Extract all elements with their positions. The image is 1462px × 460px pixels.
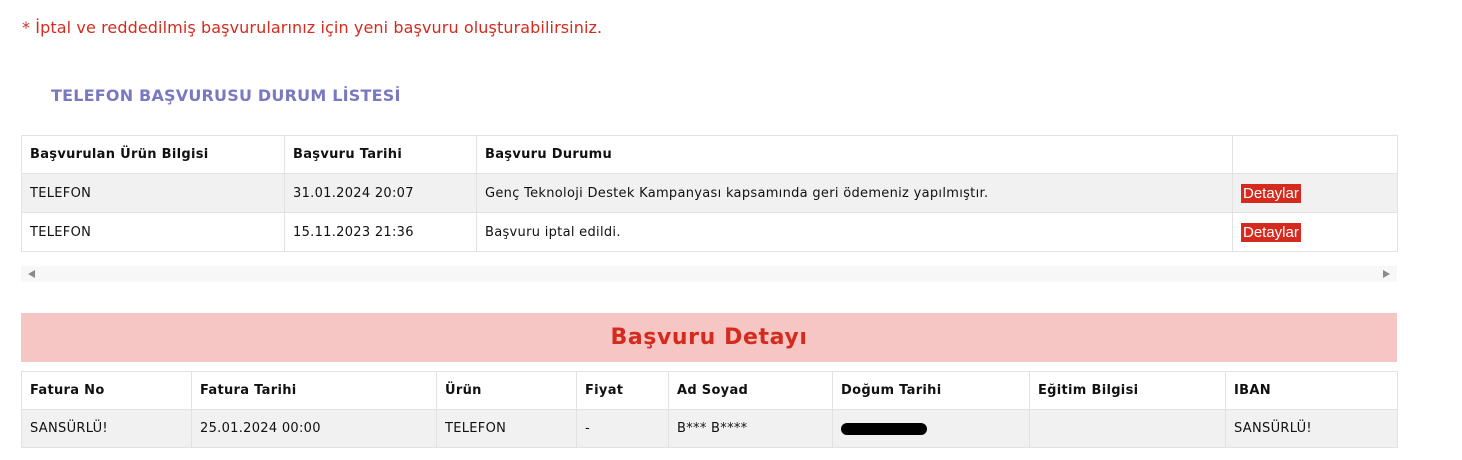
details-button[interactable]: Detaylar xyxy=(1241,183,1301,203)
cell-product: TELEFON xyxy=(21,173,285,213)
cell-product: TELEFON xyxy=(436,409,577,448)
column-header-education: Eğitim Bilgisi xyxy=(1029,371,1226,410)
column-header-birth-date: Doğum Tarihi xyxy=(832,371,1030,410)
cell-date: 15.11.2023 21:36 xyxy=(284,212,477,252)
cell-invoice-date: 25.01.2024 00:00 xyxy=(191,409,437,448)
cell-price: - xyxy=(576,409,669,448)
details-button[interactable]: Detaylar xyxy=(1241,222,1301,242)
column-header-product: Başvurulan Ürün Bilgisi xyxy=(21,135,285,174)
scroll-left-arrow-icon[interactable] xyxy=(28,270,35,278)
detail-table-header: Fatura No Fatura Tarihi Ürün Fiyat Ad So… xyxy=(21,371,1398,410)
cell-education xyxy=(1029,409,1226,448)
cell-status: Genç Teknoloji Destek Kampanyası kapsamı… xyxy=(476,173,1233,213)
cell-action: Detaylar xyxy=(1232,212,1398,252)
column-header-invoice-date: Fatura Tarihi xyxy=(191,371,437,410)
redaction-mark xyxy=(841,422,927,435)
table-row: TELEFON 31.01.2024 20:07 Genç Teknoloji … xyxy=(21,173,1398,213)
cell-invoice-no: SANSÜRLÜ! xyxy=(21,409,192,448)
horizontal-scrollbar[interactable] xyxy=(21,266,1397,282)
status-list-table: Başvurulan Ürün Bilgisi Başvuru Tarihi B… xyxy=(21,135,1398,252)
status-list-title: TELEFON BAŞVURUSU DURUM LİSTESİ xyxy=(51,86,401,105)
application-detail-title: Başvuru Detayı xyxy=(21,313,1397,362)
cell-full-name: B*** B**** xyxy=(668,409,833,448)
application-detail-table: Fatura No Fatura Tarihi Ürün Fiyat Ad So… xyxy=(21,371,1398,448)
table-row: TELEFON 15.11.2023 21:36 Başvuru iptal e… xyxy=(21,212,1398,252)
status-table-header: Başvurulan Ürün Bilgisi Başvuru Tarihi B… xyxy=(21,135,1398,174)
cell-iban: SANSÜRLÜ! xyxy=(1225,409,1398,448)
cell-product: TELEFON xyxy=(21,212,285,252)
table-row: SANSÜRLÜ! 25.01.2024 00:00 TELEFON - B**… xyxy=(21,409,1398,448)
column-header-date: Başvuru Tarihi xyxy=(284,135,477,174)
column-header-product: Ürün xyxy=(436,371,577,410)
cell-birth-date xyxy=(832,409,1030,448)
column-header-full-name: Ad Soyad xyxy=(668,371,833,410)
cell-status: Başvuru iptal edildi. xyxy=(476,212,1233,252)
column-header-iban: IBAN xyxy=(1225,371,1398,410)
cell-date: 31.01.2024 20:07 xyxy=(284,173,477,213)
scroll-right-arrow-icon[interactable] xyxy=(1383,270,1390,278)
column-header-status: Başvuru Durumu xyxy=(476,135,1233,174)
column-header-invoice-no: Fatura No xyxy=(21,371,192,410)
reapply-notice: * İptal ve reddedilmiş başvurularınız iç… xyxy=(22,18,603,37)
column-header-price: Fiyat xyxy=(576,371,669,410)
column-header-action xyxy=(1232,135,1398,174)
cell-action: Detaylar xyxy=(1232,173,1398,213)
